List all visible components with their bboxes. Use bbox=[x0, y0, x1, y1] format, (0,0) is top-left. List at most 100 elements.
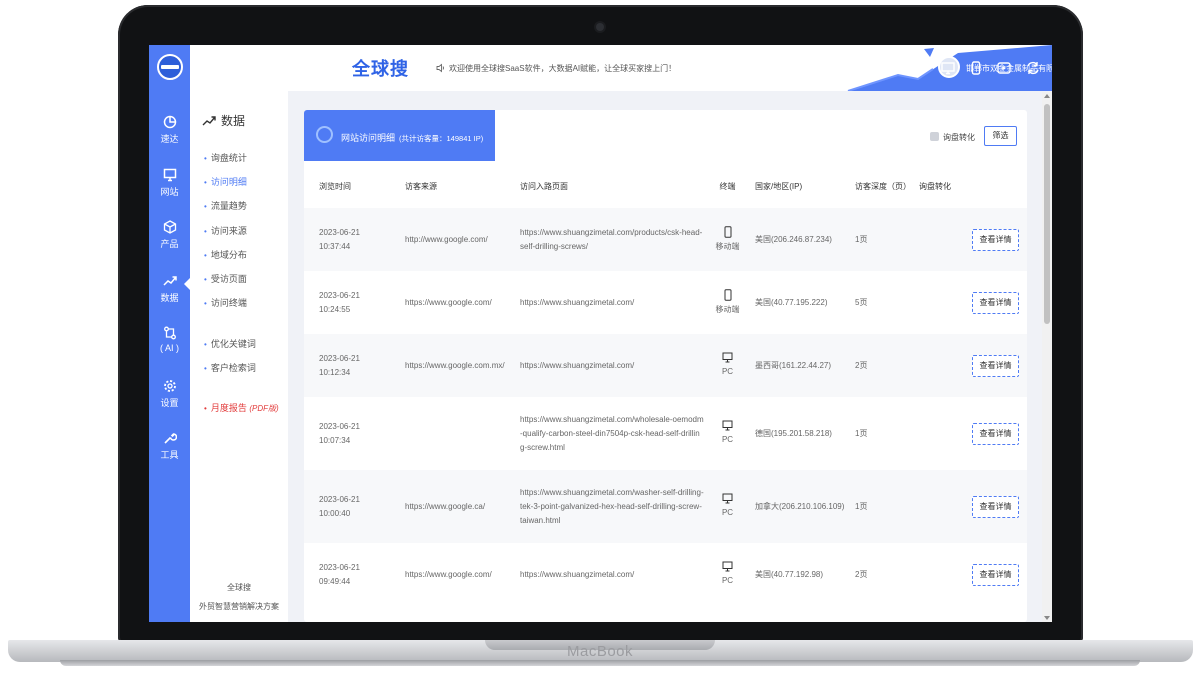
submenu-item-traffic-trend[interactable]: 流量趋势 bbox=[204, 199, 247, 212]
nav-label: 速达 bbox=[160, 134, 179, 144]
cell-action: 查看详情 bbox=[957, 543, 1027, 606]
scroll-thumb[interactable] bbox=[1044, 104, 1050, 324]
refresh-icon[interactable] bbox=[1025, 60, 1041, 76]
view-detail-button[interactable]: 查看详情 bbox=[972, 422, 1019, 445]
table-row: 2023-06-21 09:49:44 https://www.google.c… bbox=[304, 543, 1027, 606]
device-brand: MacBook bbox=[566, 643, 634, 660]
col-header: 浏览时间 bbox=[319, 182, 351, 191]
table-row: 2023-06-21 10:24:55 https://www.google.c… bbox=[304, 271, 1027, 334]
cell-country: 美国(40.77.195.222) bbox=[755, 297, 828, 307]
cell-action: 查看详情 bbox=[957, 334, 1027, 397]
cell-depth: 1页 bbox=[845, 208, 909, 271]
cell-time: 2023-06-21 09:49:44 bbox=[319, 562, 360, 586]
cell-action: 查看详情 bbox=[957, 271, 1027, 334]
cell-page[interactable]: https://www.shuangzimetal.com/ bbox=[505, 334, 710, 397]
main-nav: 速达 网站 产品 数据 ( AI ) 设置 工具 bbox=[149, 45, 190, 622]
col-header bbox=[957, 165, 1027, 208]
cell-terminal: 移动端 bbox=[710, 271, 745, 334]
submenu-item-region[interactable]: 地域分布 bbox=[204, 248, 247, 261]
cell-page[interactable]: https://www.shuangzimetal.com/products/c… bbox=[505, 208, 710, 271]
checkbox-box[interactable] bbox=[930, 132, 939, 141]
inquiry-checkbox[interactable]: 询盘转化 bbox=[930, 132, 975, 143]
top-bar: 全球搜 欢迎使用全球搜SaaS软件，大数据AI赋能，让全球买家搜上门！ 邯郸市双… bbox=[288, 45, 1052, 91]
cell-country: 美国(206.246.87.234) bbox=[745, 208, 845, 271]
view-detail-button[interactable]: 查看详情 bbox=[972, 291, 1019, 314]
table-header: 浏览时间 访客来源 访问入路页面 终端 国家/地区(IP) 访客深度（页） 询盘… bbox=[304, 165, 1027, 208]
scrollbar[interactable] bbox=[1042, 92, 1052, 622]
cell-inquiry bbox=[909, 470, 957, 543]
wrench-icon bbox=[163, 433, 177, 444]
pie-chart-icon bbox=[163, 115, 176, 129]
col-header: 询盘转化 bbox=[919, 182, 951, 191]
nav-item-product[interactable]: 产品 bbox=[149, 220, 190, 250]
filter-button[interactable]: 筛选 bbox=[984, 126, 1017, 146]
cell-depth: 1页 bbox=[845, 470, 909, 543]
nav-item-data[interactable]: 数据 bbox=[149, 274, 190, 304]
cell-page[interactable]: https://www.shuangzimetal.com/ bbox=[505, 271, 710, 334]
cell-time: 2023-06-21 10:00:40 bbox=[304, 470, 390, 543]
cell-depth: 5页 bbox=[855, 297, 868, 307]
cell-source: https://www.google.com.mx/ bbox=[390, 334, 505, 397]
submenu-item-visit-detail[interactable]: 访问明细 bbox=[204, 175, 247, 188]
mobile-icon[interactable] bbox=[968, 60, 984, 76]
submenu-item-inquiry-stats[interactable]: 询盘统计 bbox=[204, 151, 247, 164]
cell-page[interactable]: https://www.shuangzimetal.com/washer-sel… bbox=[505, 470, 710, 543]
app-logo[interactable]: 全球搜 bbox=[352, 55, 409, 81]
table-row: 2023-06-21 10:00:40 https://www.google.c… bbox=[304, 470, 1027, 543]
table-row: 2023-06-21 10:37:44 http://www.google.co… bbox=[304, 208, 1027, 271]
video-icon[interactable] bbox=[996, 60, 1012, 76]
nav-label: 网站 bbox=[160, 187, 179, 197]
col-header: 访客来源 bbox=[405, 182, 437, 191]
submenu-item-terminal[interactable]: 访问终端 bbox=[204, 296, 247, 309]
cell-source: http://www.google.com/ bbox=[390, 208, 505, 271]
visit-table: 浏览时间 访客来源 访问入路页面 终端 国家/地区(IP) 访客深度（页） 询盘… bbox=[304, 165, 1027, 606]
scroll-up-icon[interactable] bbox=[1044, 94, 1050, 98]
nav-item-website[interactable]: 网站 bbox=[149, 168, 190, 198]
mobile-icon bbox=[724, 288, 731, 301]
nav-item-ai[interactable]: ( AI ) bbox=[149, 326, 190, 353]
laptop-base-bottom bbox=[60, 660, 1140, 666]
globe-logo-icon[interactable] bbox=[157, 54, 183, 80]
submenu-item-visit-source[interactable]: 访问来源 bbox=[204, 224, 247, 237]
cell-time: 2023-06-21 10:24:55 bbox=[319, 290, 360, 314]
submenu-footer-slogan: 外贸智慧营销解决方案 bbox=[199, 602, 279, 611]
submenu-item-monthly-report[interactable]: 月度报告 (PDF版) bbox=[204, 401, 279, 414]
cell-terminal: PC bbox=[710, 543, 745, 606]
cell-depth: 2页 bbox=[855, 569, 868, 579]
cell-depth: 1页 bbox=[855, 428, 868, 438]
cell-depth: 2页 bbox=[845, 334, 909, 397]
cell-source: https://www.google.com/ bbox=[405, 569, 492, 579]
cell-source bbox=[390, 397, 505, 470]
view-detail-button[interactable]: 查看详情 bbox=[972, 228, 1019, 251]
cell-terminal: PC bbox=[710, 470, 745, 543]
card-tab[interactable]: 网站访问明细 (共计访客量：149841 IP) bbox=[304, 110, 495, 161]
visit-detail-card: 网站访问明细 (共计访客量：149841 IP) 询盘转化 筛选 浏览时间 访客来… bbox=[304, 110, 1027, 622]
cell-terminal: PC bbox=[710, 334, 745, 397]
submenu-item-visited-pages[interactable]: 受访页面 bbox=[204, 272, 247, 285]
view-detail-button[interactable]: 查看详情 bbox=[972, 354, 1019, 377]
trend-icon bbox=[162, 276, 177, 286]
cell-action: 查看详情 bbox=[957, 470, 1027, 543]
nav-item-suda[interactable]: 速达 bbox=[149, 115, 190, 145]
submenu-item-search-terms[interactable]: 客户检索词 bbox=[204, 361, 256, 374]
monitor-icon bbox=[722, 493, 733, 504]
cell-country: 德国(195.201.58.218) bbox=[755, 428, 832, 438]
desktop-icon[interactable] bbox=[940, 60, 956, 76]
nav-label: 设置 bbox=[160, 398, 179, 408]
table-row: 2023-06-21 10:12:34 https://www.google.c… bbox=[304, 334, 1027, 397]
cell-page[interactable]: https://www.shuangzimetal.com/wholesale-… bbox=[505, 397, 710, 470]
view-detail-button[interactable]: 查看详情 bbox=[972, 563, 1019, 586]
cell-terminal: 移动端 bbox=[710, 208, 745, 271]
cell-inquiry bbox=[909, 271, 957, 334]
monitor-icon bbox=[163, 168, 176, 182]
cell-page[interactable]: https://www.shuangzimetal.com/ bbox=[505, 543, 710, 606]
cell-source: https://www.google.ca/ bbox=[390, 470, 505, 543]
scroll-down-icon[interactable] bbox=[1044, 616, 1050, 620]
nav-item-settings[interactable]: 设置 bbox=[149, 379, 190, 409]
visitor-count: (共计访客量：149841 IP) bbox=[399, 134, 484, 143]
submenu-item-keywords[interactable]: 优化关键词 bbox=[204, 337, 256, 350]
submenu-title: 数据 bbox=[202, 112, 245, 129]
view-detail-button[interactable]: 查看详情 bbox=[972, 495, 1019, 518]
nav-item-tools[interactable]: 工具 bbox=[149, 431, 190, 461]
cell-time: 2023-06-21 10:12:34 bbox=[304, 334, 390, 397]
